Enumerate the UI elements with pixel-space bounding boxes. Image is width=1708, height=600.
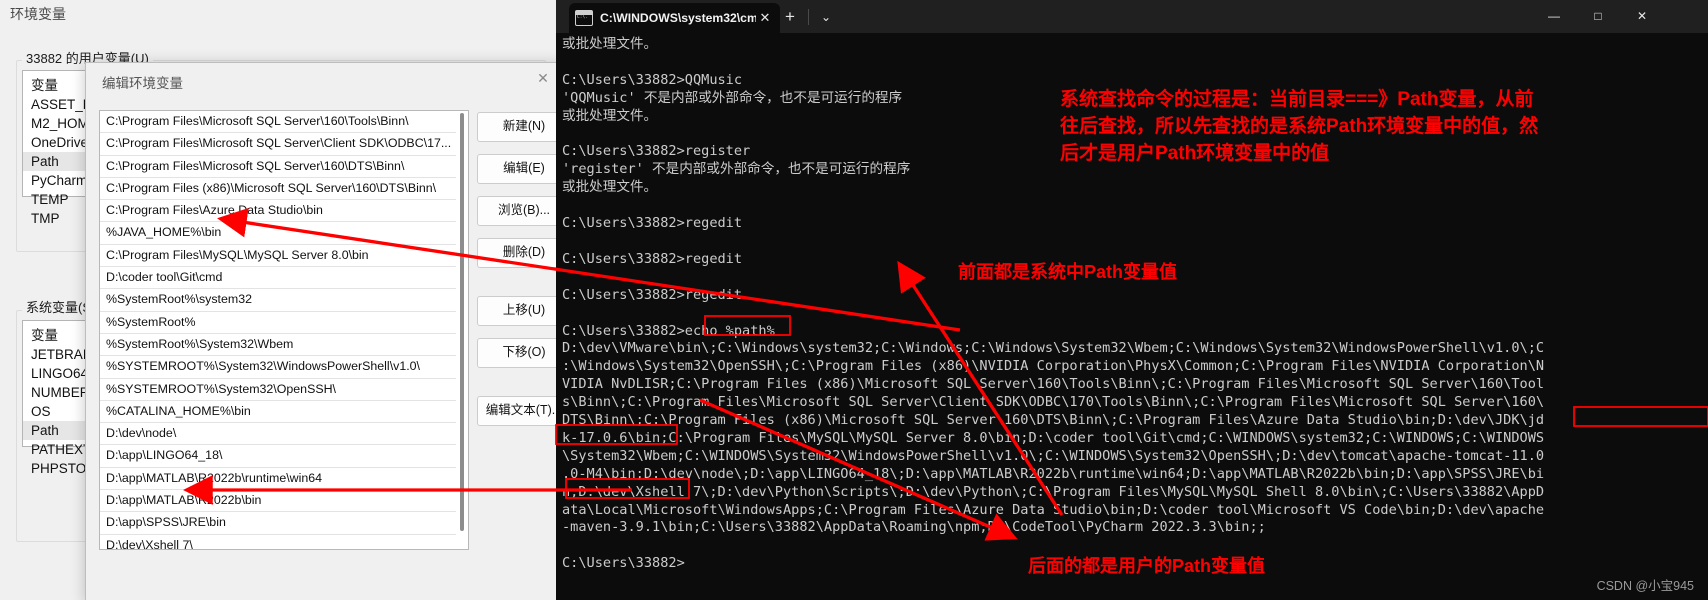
close-icon[interactable]: ✕: [1620, 0, 1664, 33]
list-item[interactable]: %SystemRoot%: [100, 312, 456, 334]
edit-text-button[interactable]: 编辑文本(T)...: [477, 396, 562, 426]
env-window-title: 环境变量: [10, 6, 66, 22]
path-entries-list[interactable]: C:\Program Files\Microsoft SQL Server\16…: [99, 110, 469, 550]
scrollbar-thumb[interactable]: [460, 113, 464, 531]
list-item[interactable]: D:\coder tool\Git\cmd: [100, 267, 456, 290]
list-item[interactable]: %SYSTEMROOT%\System32\WindowsPowerShell\…: [100, 356, 456, 379]
list-item[interactable]: %SystemRoot%\system32: [100, 289, 456, 312]
tab-title: C:\WINDOWS\system32\cmd.: [600, 11, 756, 25]
browse-button[interactable]: 浏览(B)...: [477, 196, 562, 226]
list-item[interactable]: D:\dev\node\: [100, 423, 456, 446]
close-icon[interactable]: ✕: [532, 69, 554, 87]
list-item[interactable]: C:\Program Files\Microsoft SQL Server\16…: [100, 156, 456, 178]
edit-dialog-title: 编辑环境变量: [102, 76, 183, 91]
new-button[interactable]: 新建(N): [477, 112, 562, 142]
tab-divider: [808, 9, 809, 25]
list-item[interactable]: %SystemRoot%\System32\Wbem: [100, 334, 456, 357]
minimize-icon[interactable]: —: [1532, 0, 1576, 33]
edit-button[interactable]: 编辑(E): [477, 154, 562, 184]
maximize-icon[interactable]: □: [1576, 0, 1620, 33]
move-down-button[interactable]: 下移(O): [477, 338, 562, 368]
path-list-scrollbar[interactable]: [456, 111, 468, 549]
move-up-button[interactable]: 上移(U): [477, 296, 562, 326]
delete-button[interactable]: 删除(D): [477, 238, 562, 268]
list-item-xshell[interactable]: D:\dev\Xshell 7\: [100, 535, 456, 549]
chevron-down-icon[interactable]: ⌄: [814, 6, 838, 28]
list-item[interactable]: D:\app\MATLAB\R2022b\bin: [100, 490, 456, 513]
list-item[interactable]: C:\Program Files\Azure Data Studio\bin: [100, 200, 456, 223]
close-icon[interactable]: ✕: [756, 10, 774, 26]
list-item[interactable]: C:\Program Files\Microsoft SQL Server\Cl…: [100, 133, 456, 156]
list-item[interactable]: D:\app\MATLAB\R2022b\runtime\win64: [100, 468, 456, 491]
list-item[interactable]: %CATALINA_HOME%\bin: [100, 401, 456, 424]
list-item-java-home[interactable]: %JAVA_HOME%\bin: [100, 222, 456, 245]
plus-icon[interactable]: +: [778, 6, 802, 28]
terminal-output[interactable]: 或批处理文件。 C:\Users\33882>QQMusic 'QQMusic'…: [556, 33, 1708, 600]
windows-terminal-window: C:\WINDOWS\system32\cmd. ✕ + ⌄ — □ ✕ 或批处…: [556, 0, 1708, 600]
list-item[interactable]: C:\Program Files (x86)\Microsoft SQL Ser…: [100, 178, 456, 201]
csdn-watermark: CSDN @小宝945: [1596, 579, 1694, 593]
list-item[interactable]: D:\app\SPSS\JRE\bin: [100, 512, 456, 535]
cmd-icon: [575, 10, 593, 26]
list-item[interactable]: %SYSTEMROOT%\System32\OpenSSH\: [100, 379, 456, 401]
edit-environment-variable-dialog: 编辑环境变量 ✕ C:\Program Files\Microsoft SQL …: [85, 62, 563, 600]
list-item[interactable]: C:\Program Files\Microsoft SQL Server\16…: [100, 111, 456, 134]
list-item[interactable]: D:\app\LINGO64_18\: [100, 445, 456, 468]
list-item[interactable]: C:\Program Files\MySQL\MySQL Server 8.0\…: [100, 245, 456, 268]
terminal-tab-cmd[interactable]: C:\WINDOWS\system32\cmd. ✕: [569, 3, 780, 33]
